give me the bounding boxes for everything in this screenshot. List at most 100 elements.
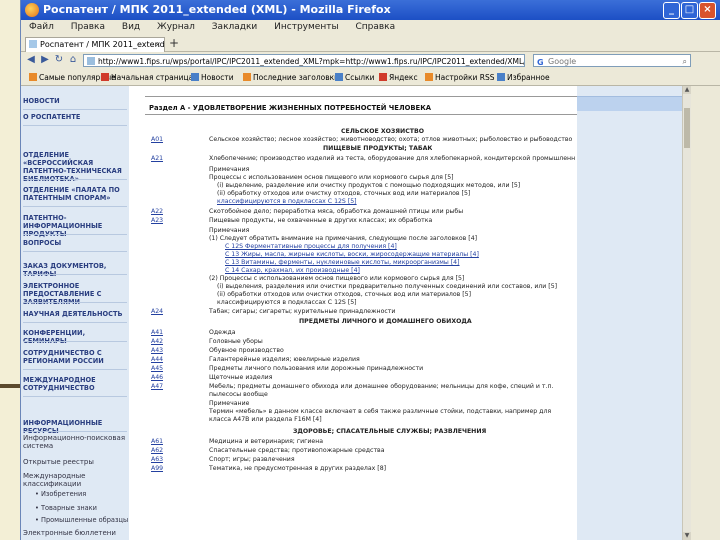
close-button[interactable]: × [699, 2, 716, 19]
window-title: Роспатент / МПК 2011_extended (XML) - Mo… [43, 3, 391, 16]
tab-active[interactable]: Роспатент / МПК 2011_extended (XML) × [25, 37, 165, 52]
class-code-link[interactable]: A41 [151, 329, 163, 337]
bookmark-item[interactable]: Последние заголовки [243, 71, 339, 85]
class-code-link[interactable]: A61 [151, 438, 163, 446]
sidebar-item[interactable]: ВОПРОСЫ [23, 239, 127, 247]
bookmark-label: Ссылки [345, 73, 375, 82]
scroll-up-icon[interactable]: ▲ [683, 86, 691, 94]
class-code-link[interactable]: A22 [151, 208, 163, 216]
bookmark-icon [379, 73, 387, 81]
sidebar-item[interactable]: НОВОСТИ [23, 97, 127, 105]
class-description: Хлебопечение; производство изделий из те… [209, 155, 575, 162]
class-description[interactable]: C 14 Сахар, крахмал, их производные [4] [225, 267, 360, 275]
sidebar-item[interactable]: МЕЖДУНАРОДНОЕ СОТРУДНИЧЕСТВО [23, 376, 127, 392]
class-description: (ii) обработку отходов или очистку отход… [217, 190, 471, 197]
bookmark-label: Избранное [507, 73, 550, 82]
scroll-thumb[interactable] [684, 108, 690, 148]
url-bar[interactable]: http://www1.fips.ru/wps/portal/IPC/IPC20… [83, 54, 525, 67]
sidebar-item[interactable]: ЗАКАЗ ДОКУМЕНТОВ, ТАРИФЫ [23, 262, 127, 278]
forward-icon[interactable]: ▶ [39, 54, 51, 66]
class-description: Скотобойное дело; переработка мяса, обра… [209, 208, 464, 215]
menu-tools[interactable]: Инструменты [274, 22, 338, 32]
sidebar-item[interactable]: КОНФЕРЕНЦИИ, СЕМИНАРЫ [23, 329, 127, 345]
class-code-link[interactable]: A42 [151, 338, 163, 346]
site-icon [87, 57, 95, 65]
sidebar-subitem[interactable]: Международные классификации [23, 472, 127, 488]
class-description[interactable]: C 13 Жиры, масла, жирные кислоты, воски,… [225, 251, 479, 259]
bookmark-item[interactable]: Яндекс [379, 71, 418, 85]
search-icon[interactable]: ⌕ [683, 55, 687, 68]
class-description: Головные уборы [209, 338, 263, 345]
sidebar-item[interactable]: ИНФОРМАЦИОННЫЕ РЕСУРСЫ [23, 419, 127, 435]
class-description: Примечания [209, 166, 250, 173]
tab-close-icon[interactable]: × [154, 38, 161, 52]
bookmark-icon [29, 73, 37, 81]
class-description[interactable]: C 13 Витамины, ферменты, нуклеиновые кис… [225, 259, 460, 267]
sidebar-subitem[interactable]: • Промышленные образцы [35, 516, 139, 524]
menu-edit[interactable]: Правка [71, 22, 105, 32]
class-code-link[interactable]: A01 [151, 136, 163, 144]
class-code-link[interactable]: A21 [151, 155, 163, 163]
sidebar-subitem[interactable]: • Изобретения [35, 490, 139, 498]
menu-file[interactable]: Файл [29, 22, 54, 32]
bookmark-item[interactable]: Начальная страница [101, 71, 193, 85]
site-sidebar: НОВОСТИ О РОСПАТЕНТЕ ОТДЕЛЕНИЕ «ВСЕРОССИЙС… [21, 86, 129, 540]
class-description: классифицируются в подклассах C 12S [5] [217, 299, 357, 306]
class-code-link[interactable]: A46 [151, 374, 163, 382]
maximize-button[interactable]: □ [681, 2, 698, 19]
home-icon[interactable]: ⌂ [67, 54, 79, 66]
bookmark-item[interactable]: Настройки RSS [425, 71, 494, 85]
bookmark-item[interactable]: Новости [191, 71, 234, 85]
sidebar-item[interactable]: НАУЧНАЯ ДЕЯТЕЛЬНОСТЬ [23, 310, 127, 318]
class-description[interactable]: C 12S Ферментативные процессы для получе… [225, 243, 397, 251]
divider [145, 114, 577, 115]
class-code-link[interactable]: A44 [151, 356, 163, 364]
class-code-link[interactable]: A43 [151, 347, 163, 355]
bookmark-item[interactable]: Избранное [497, 71, 550, 85]
class-description: Обувное производство [209, 347, 284, 354]
menu-bookmarks[interactable]: Закладки [212, 22, 258, 32]
class-code-link[interactable]: A62 [151, 447, 163, 455]
class-description[interactable]: классифицируются в подклассах C 12S [5] [217, 198, 357, 206]
class-description: Примечания [209, 227, 250, 234]
sidebar-divider [23, 274, 127, 275]
sidebar-item[interactable]: ОТДЕЛЕНИЕ «ПАЛАТА ПО ПАТЕНТНЫМ СПОРАМ» [23, 186, 127, 202]
class-description: Процессы с использованием основ пищевого… [209, 174, 454, 181]
group-heading: ПРЕДМЕТЫ ЛИЧНОГО И ДОМАШНЕГО ОБИХОДА [299, 318, 472, 325]
scroll-down-icon[interactable]: ▼ [683, 532, 691, 540]
back-icon[interactable]: ◀ [25, 54, 37, 66]
class-code-link[interactable]: A45 [151, 365, 163, 373]
class-code-link[interactable]: A63 [151, 456, 163, 464]
class-code-link[interactable]: A47 [151, 383, 163, 391]
google-icon: G [537, 58, 544, 67]
bookmark-icon [101, 73, 109, 81]
menu-history[interactable]: Журнал [157, 22, 195, 32]
sidebar-item[interactable]: О РОСПАТЕНТЕ [23, 113, 127, 121]
page-content: НОВОСТИ О РОСПАТЕНТЕ ОТДЕЛЕНИЕ «ВСЕРОССИЙС… [21, 86, 691, 540]
sidebar-subitem[interactable]: Электронные бюллетени [23, 529, 127, 537]
class-code-link[interactable]: A23 [151, 217, 163, 225]
menu-help[interactable]: Справка [355, 22, 395, 32]
menu-view[interactable]: Вид [122, 22, 140, 32]
sidebar-subitem[interactable]: Информационно-поисковая система [23, 434, 127, 450]
bookmarks-bar: Самые популярные Начальная страница Ново… [21, 71, 720, 86]
sidebar-divider [23, 234, 127, 235]
right-panel [577, 86, 683, 540]
class-code-link[interactable]: A24 [151, 308, 163, 316]
sidebar-subitem[interactable]: • Товарные знаки [35, 504, 139, 512]
section-title: Раздел А - УДОВЛЕТВОРЕНИЕ ЖИЗНЕННЫХ ПОТР… [149, 104, 432, 112]
group-heading: СЕЛЬСКОЕ ХОЗЯЙСТВО [341, 128, 424, 135]
page-favicon-icon [29, 40, 37, 48]
class-code-link[interactable]: A99 [151, 465, 163, 473]
sidebar-subitem[interactable]: Открытые реестры [23, 458, 127, 466]
bookmark-icon [335, 73, 343, 81]
sidebar-item[interactable]: СОТРУДНИЧЕСТВО С РЕГИОНАМИ РОССИИ [23, 349, 127, 365]
minimize-button[interactable]: _ [663, 2, 680, 19]
new-tab-button[interactable]: + [169, 36, 179, 50]
search-box[interactable]: G Google ⌕ [533, 54, 691, 67]
search-placeholder: Google [548, 57, 577, 66]
reload-icon[interactable]: ↻ [53, 54, 65, 66]
bookmark-label: Начальная страница [111, 73, 194, 82]
vertical-scrollbar[interactable]: ▲ ▼ [682, 86, 691, 540]
bookmark-item[interactable]: Ссылки [335, 71, 374, 85]
